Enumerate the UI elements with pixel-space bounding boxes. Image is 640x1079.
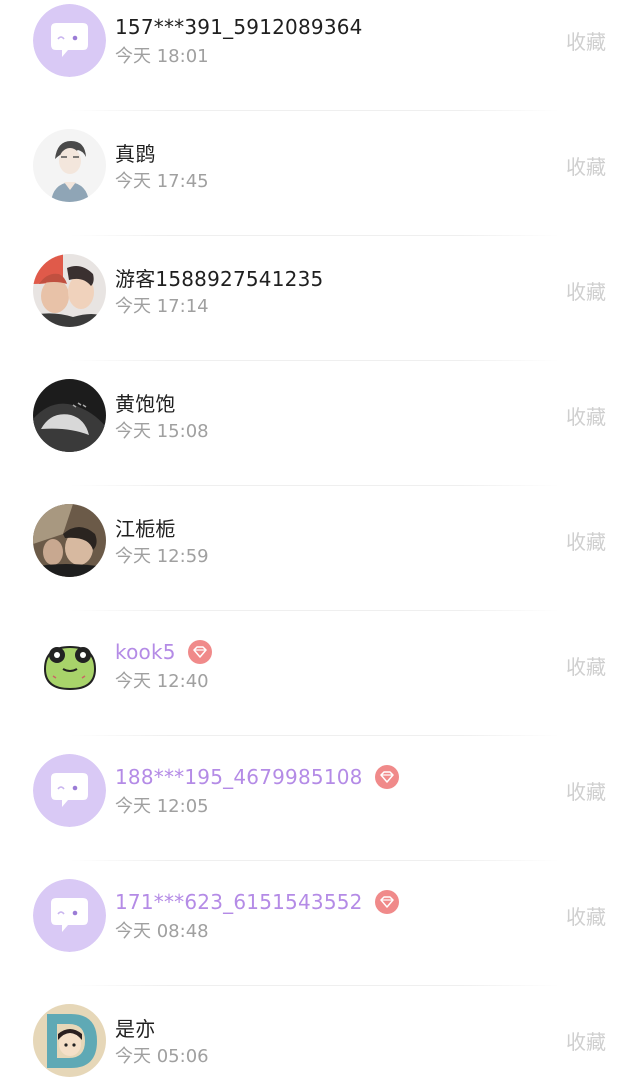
couple-photo-avatar[interactable]: [33, 254, 106, 327]
divider: [70, 485, 560, 486]
visitor-name: 黄饱饱: [115, 391, 176, 416]
divider: [70, 110, 560, 111]
list-item[interactable]: 171***623_6151543552 今天 08:48 收藏: [0, 875, 640, 1000]
diamond-vip-icon: [374, 765, 399, 789]
visit-time: 今天 17:45: [115, 171, 209, 192]
selfie-photo-avatar[interactable]: [33, 504, 106, 577]
dark-photo-avatar[interactable]: [33, 379, 106, 452]
diamond-vip-icon: [187, 640, 212, 664]
visitor-info: 游客1588927541235 今天 17:14: [115, 262, 323, 318]
favorite-button[interactable]: 收藏: [566, 401, 606, 430]
visitor-name: 是亦: [115, 1016, 156, 1041]
list-item[interactable]: 真鹍 今天 17:45 收藏: [0, 125, 640, 250]
visitor-info: 188***195_4679985108 今天 12:05: [115, 762, 399, 818]
favorite-button[interactable]: 收藏: [566, 901, 606, 930]
green-frog-avatar[interactable]: [33, 629, 106, 702]
list-item[interactable]: 157***391_5912089364 今天 18:01 收藏: [0, 0, 640, 125]
visitor-name: 188***195_4679985108: [115, 765, 363, 789]
list-item[interactable]: 188***195_4679985108 今天 12:05 收藏: [0, 750, 640, 875]
favorite-button[interactable]: 收藏: [566, 526, 606, 555]
list-item[interactable]: 是亦 今天 05:06 收藏: [0, 1000, 640, 1079]
visitor-name: 游客1588927541235: [115, 266, 324, 291]
visit-time: 今天 05:06: [115, 1046, 209, 1067]
favorite-button[interactable]: 收藏: [566, 1026, 606, 1055]
favorite-button[interactable]: 收藏: [566, 151, 606, 180]
cartoon-girl-letter-d-avatar[interactable]: [33, 1004, 106, 1077]
visit-time: 今天 17:14: [115, 296, 209, 317]
list-item[interactable]: 游客1588927541235 今天 17:14 收藏: [0, 250, 640, 375]
visitor-name: kook5: [115, 640, 176, 664]
visitor-name: 171***623_6151543552: [115, 890, 363, 914]
visit-time: 今天 12:59: [115, 546, 209, 567]
divider: [70, 235, 560, 236]
divider: [70, 610, 560, 611]
visitor-info: 黄饱饱 今天 15:08: [115, 387, 209, 443]
list-item[interactable]: kook5 今天 12:40 收藏: [0, 625, 640, 750]
favorite-button[interactable]: 收藏: [566, 276, 606, 305]
visit-time: 今天 12:05: [115, 796, 209, 817]
anime-boy-avatar[interactable]: [33, 129, 106, 202]
visitor-info: 真鹍 今天 17:45: [115, 137, 209, 193]
default-chat-avatar[interactable]: [33, 879, 106, 952]
list-item[interactable]: 江栀栀 今天 12:59 收藏: [0, 500, 640, 625]
visit-time: 今天 08:48: [115, 921, 209, 942]
visitor-name: 真鹍: [115, 141, 156, 166]
visit-time: 今天 15:08: [115, 421, 209, 442]
divider: [70, 860, 560, 861]
visit-time: 今天 18:01: [115, 46, 209, 67]
divider: [70, 985, 560, 986]
diamond-vip-icon: [374, 890, 399, 914]
default-chat-avatar[interactable]: [33, 4, 106, 77]
default-chat-avatar[interactable]: [33, 754, 106, 827]
visitor-info: 171***623_6151543552 今天 08:48: [115, 887, 399, 943]
divider: [70, 360, 560, 361]
visitor-info: 157***391_5912089364 今天 18:01: [115, 12, 363, 68]
visitor-info: 江栀栀 今天 12:59: [115, 512, 209, 568]
visitor-list: 157***391_5912089364 今天 18:01 收藏 真鹍 今天 1…: [0, 0, 640, 1079]
visitor-name: 江栀栀: [115, 516, 176, 541]
favorite-button[interactable]: 收藏: [566, 651, 606, 680]
visitor-info: kook5 今天 12:40: [115, 637, 212, 693]
favorite-button[interactable]: 收藏: [566, 776, 606, 805]
visitor-info: 是亦 今天 05:06: [115, 1012, 209, 1068]
divider: [70, 735, 560, 736]
favorite-button[interactable]: 收藏: [566, 26, 606, 55]
visit-time: 今天 12:40: [115, 671, 209, 692]
list-item[interactable]: 黄饱饱 今天 15:08 收藏: [0, 375, 640, 500]
visitor-name: 157***391_5912089364: [115, 15, 363, 39]
